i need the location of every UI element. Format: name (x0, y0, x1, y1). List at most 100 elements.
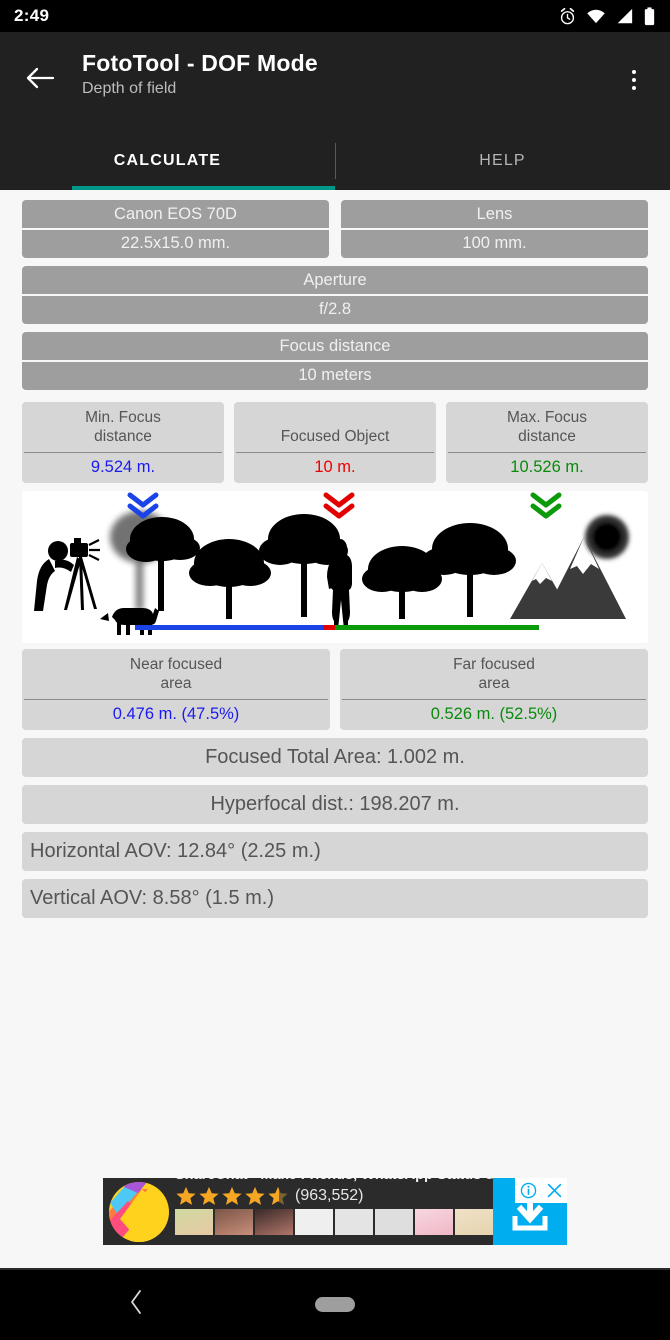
back-button[interactable] (16, 54, 64, 102)
system-nav-bar (0, 1268, 670, 1340)
chevron-down-green-icon (530, 492, 562, 519)
aperture-spinner[interactable]: Aperture f/2.8 (22, 266, 648, 324)
status-bar: 2:49 (0, 0, 670, 32)
tree-group (126, 513, 516, 619)
camera-lens-row: Canon EOS 70D 22.5x15.0 mm. Lens 100 mm. (22, 200, 648, 258)
star-icon-4 (245, 1186, 265, 1206)
tree-5 (422, 522, 516, 617)
min-focus-distance-label: Min. Focus distance (22, 402, 224, 452)
near-focused-area-box: Near focused area 0.476 m. (47.5%) (22, 648, 330, 730)
wifi-icon (587, 9, 605, 23)
status-time: 2:49 (14, 6, 50, 25)
aperture-label: Aperture (303, 271, 367, 289)
horizontal-aov-row: Horizontal AOV: 12.84° (2.25 m.) (22, 831, 648, 871)
hyperfocal-distance-row: Hyperfocal dist.: 198.207 m. (22, 784, 648, 824)
min-focus-distance-box: Min. Focus distance 9.524 m. (22, 402, 224, 483)
signal-icon (617, 8, 633, 23)
far-focused-area-value: 0.526 m. (52.5%) (430, 704, 558, 723)
min-focus-label-line2: distance (94, 428, 152, 446)
near-focused-area-value: 0.476 m. (47.5%) (112, 704, 240, 723)
battery-icon (644, 6, 655, 25)
nav-top-rule (0, 1268, 670, 1270)
more-vertical-icon (632, 70, 636, 74)
area-results-row: Near focused area 0.476 m. (47.5%) Far f… (22, 648, 648, 730)
focused-object-box: Focused Object 10 m. (234, 402, 436, 483)
ad-rating-stars: (963,552) (175, 1185, 493, 1207)
focus-distance-row: Focus distance 10 meters (22, 332, 648, 390)
focus-distance-value: 10 meters (298, 366, 372, 384)
star-icon-5-half (268, 1186, 288, 1206)
page-subtitle: Depth of field (82, 80, 177, 98)
far-area-label-line1: Far focused (453, 655, 535, 673)
sun-icon (585, 514, 629, 559)
dof-diagram (22, 490, 648, 643)
nav-back-button[interactable] (128, 1288, 144, 1321)
status-icons (558, 6, 656, 26)
star-icon-2 (199, 1186, 219, 1206)
focused-object-value: 10 m. (314, 457, 356, 476)
chevron-down-blue-icon (127, 492, 159, 519)
ad-thumb-3 (255, 1209, 293, 1236)
aperture-row: Aperture f/2.8 (22, 266, 648, 324)
nav-home-pill[interactable] (315, 1296, 355, 1312)
near-area-label-line2: area (160, 675, 192, 693)
min-focus-distance-value: 9.524 m. (90, 457, 156, 476)
ad-thumb-1 (175, 1209, 213, 1236)
focused-object-label: Focused Object (234, 421, 436, 451)
ad-screenshots (175, 1209, 493, 1236)
overflow-menu-button[interactable] (614, 56, 654, 104)
near-focused-area-label: Near focused area (22, 649, 330, 699)
ad-headline: ShareChat - Make Friends, WhatsApp Statu… (175, 1178, 493, 1184)
close-icon (547, 1183, 561, 1198)
ad-info-button[interactable] (515, 1178, 541, 1203)
max-focus-distance-box: Max. Focus distance 10.526 m. (446, 402, 648, 483)
max-focus-label-line2: distance (518, 428, 576, 446)
back-arrow-icon (26, 67, 55, 89)
near-area-label-line1: Near focused (129, 655, 223, 673)
ad-logo (103, 1178, 175, 1245)
tree-2 (189, 538, 271, 619)
dof-far-segment (335, 624, 539, 630)
ad-thumb-4 (295, 1209, 333, 1236)
dog-icon (100, 607, 159, 635)
app-bar-titles: FotoTool - DOF Mode Depth of field (82, 46, 614, 98)
aperture-value: f/2.8 (318, 300, 352, 318)
far-focused-area-label: Far focused area (340, 649, 648, 699)
max-focus-label-line1: Max. Focus (506, 409, 588, 426)
far-area-label-line2: area (478, 675, 510, 693)
tab-help[interactable]: HELP (335, 132, 670, 190)
ad-install-button[interactable] (493, 1178, 567, 1245)
star-icon-3 (222, 1186, 242, 1206)
focus-results-row: Min. Focus distance 9.524 m. Focused Obj… (22, 402, 648, 483)
camera-spinner[interactable]: Canon EOS 70D 22.5x15.0 mm. (22, 200, 329, 258)
star-icon-1 (176, 1186, 196, 1206)
focus-distance-label: Focus distance (279, 337, 391, 355)
focused-object-label-line1: Focused Object (280, 428, 390, 446)
ad-close-button[interactable] (541, 1178, 567, 1203)
lens-spinner[interactable]: Lens 100 mm. (341, 200, 648, 258)
dof-range-bar (135, 624, 539, 630)
more-vertical-icon-dot2 (632, 78, 636, 82)
alarm-icon (560, 7, 575, 24)
min-focus-label-line1: Min. Focus (85, 409, 161, 426)
ad-banner[interactable]: ShareChat - Make Friends, WhatsApp Statu… (103, 1178, 567, 1245)
ad-badges (515, 1178, 567, 1203)
more-vertical-icon-dot3 (632, 86, 636, 90)
max-focus-distance-value: 10.526 m. (510, 457, 584, 476)
lens-value: 100 mm. (462, 234, 527, 252)
ad-body: ShareChat - Make Friends, WhatsApp Statu… (175, 1178, 493, 1245)
tab-calculate[interactable]: CALCULATE (0, 132, 335, 190)
app-bar: FotoTool - DOF Mode Depth of field (0, 32, 670, 132)
focus-distance-spinner[interactable]: Focus distance 10 meters (22, 332, 648, 390)
ad-thumb-7 (415, 1209, 453, 1236)
chevron-down-red-icon (323, 492, 355, 519)
ad-thumb-2 (215, 1209, 253, 1236)
ad-thumb-8 (455, 1209, 493, 1236)
nav-back-icon (131, 1289, 141, 1314)
vertical-aov-row: Vertical AOV: 8.58° (1.5 m.) (22, 878, 648, 918)
camera-label: Canon EOS 70D (114, 205, 237, 223)
tab-divider (335, 143, 336, 179)
ad-rating-count: (963,552) (295, 1187, 364, 1205)
page-title: FotoTool - DOF Mode (82, 50, 318, 76)
sharechat-logo (109, 1181, 169, 1242)
